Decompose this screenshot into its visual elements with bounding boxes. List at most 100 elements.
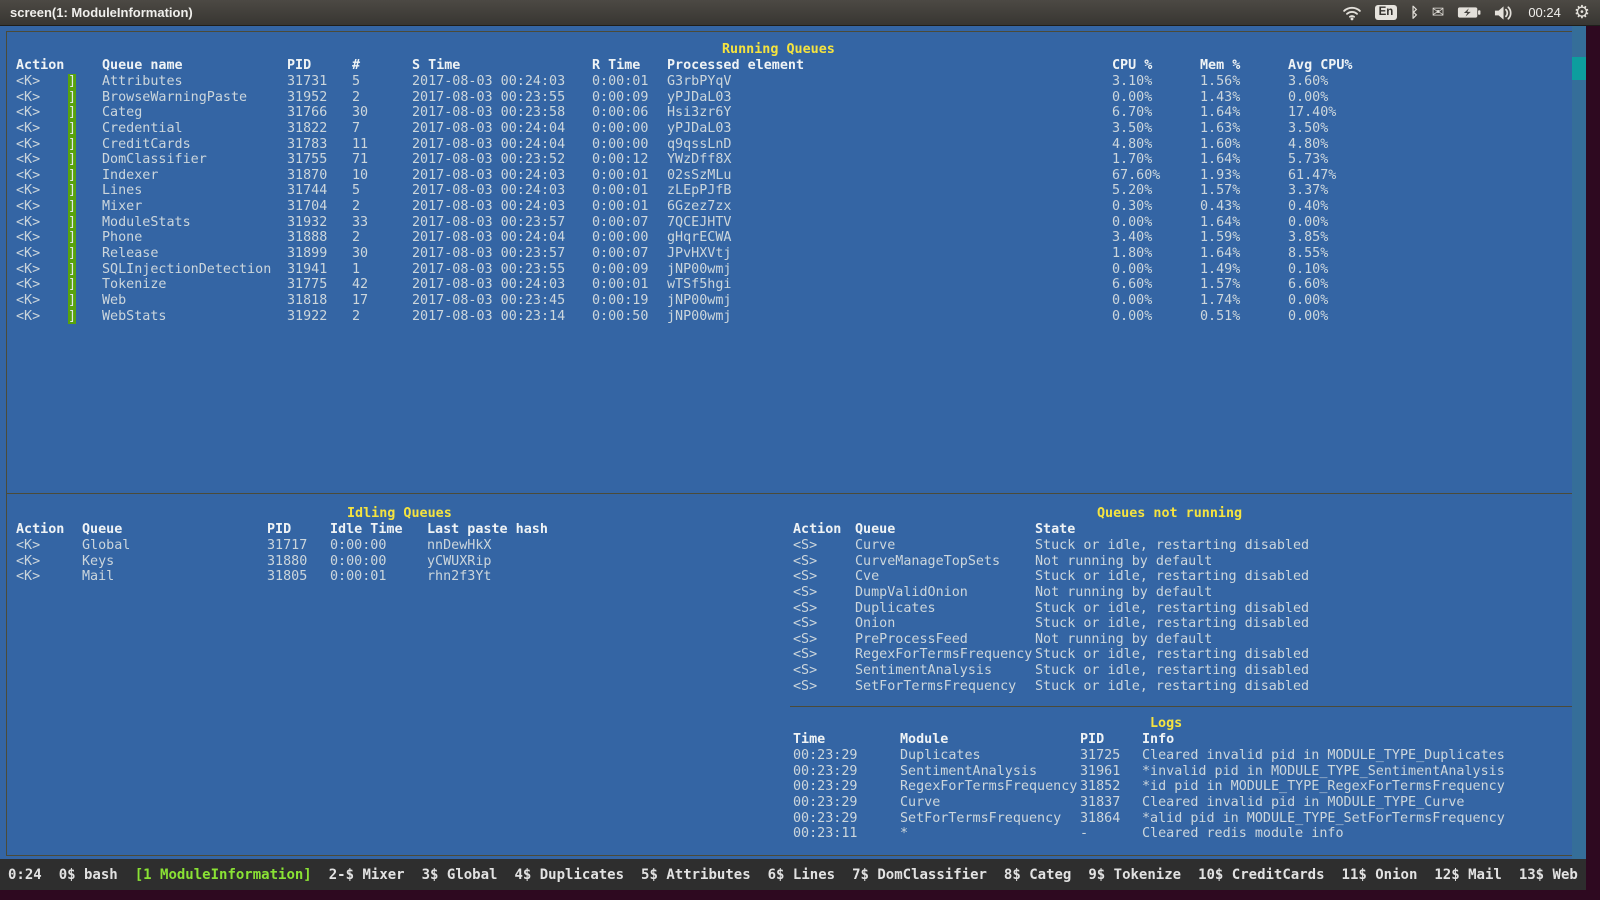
processed-element: jNP00wmj — [667, 293, 732, 309]
bracket-close: ] — [68, 215, 76, 231]
keyboard-layout-indicator[interactable]: En — [1375, 5, 1398, 20]
queue-state: Stuck or idle, restarting disabled — [1035, 647, 1309, 663]
log-module: SetForTermsFrequency — [900, 811, 1061, 827]
mem-percent: 1.57% — [1200, 183, 1240, 199]
avg-cpu-percent: 0.00% — [1288, 90, 1328, 106]
cpu-percent: 6.70% — [1112, 105, 1152, 121]
volume-icon[interactable] — [1494, 5, 1515, 21]
mem-percent: 1.64% — [1200, 246, 1240, 262]
processed-element: YWzDff8X — [667, 152, 732, 168]
run-time: 0:00:00 — [592, 137, 648, 153]
pid-value: 31755 — [287, 152, 327, 168]
battery-icon[interactable] — [1457, 6, 1481, 19]
bracket-close: ] — [68, 137, 76, 153]
log-time: 00:23:29 — [793, 811, 858, 827]
avg-cpu-percent: 3.37% — [1288, 183, 1328, 199]
scrollbar-thumb[interactable] — [1572, 57, 1586, 80]
log-row: 00:23:29 RegexForTermsFrequency 31852 *i… — [0, 779, 1586, 795]
count-value: 2 — [352, 199, 360, 215]
settings-gear-icon[interactable]: ⚙ — [1574, 4, 1590, 22]
not-running-queue-row: <S> RegexForTermsFrequency Stuck or idle… — [0, 647, 1586, 663]
processed-element: yPJDaL03 — [667, 90, 732, 106]
queue-name: CreditCards — [102, 137, 191, 153]
bluetooth-icon[interactable]: ᛒ — [1410, 6, 1418, 20]
queue-name: Credential — [102, 121, 183, 137]
system-tray: En ᛒ ✉ 00:24 ⚙ — [1342, 4, 1600, 22]
bracket-close: ] — [68, 152, 76, 168]
bracket-close: ] — [68, 74, 76, 90]
avg-cpu-percent: 0.00% — [1288, 309, 1328, 325]
avg-cpu-percent: 5.73% — [1288, 152, 1328, 168]
pid-value: 31731 — [287, 74, 327, 90]
running-queue-row: <K> [] WebStats 31922 2 2017-08-03 00:23… — [0, 309, 1586, 325]
action-key: <K> — [16, 246, 40, 262]
col-header-action: Action — [16, 58, 64, 74]
processed-element: 02sSzMLu — [667, 168, 732, 184]
mail-icon[interactable]: ✉ — [1432, 5, 1445, 20]
queue-state: Stuck or idle, restarting disabled — [1035, 538, 1309, 554]
processed-element: gHqrECWA — [667, 230, 732, 246]
queues-not-running-title: Queues not running — [1097, 506, 1242, 522]
log-info: Cleared invalid pid in MODULE_TYPE_Dupli… — [1142, 748, 1505, 764]
count-value: 33 — [352, 215, 368, 231]
logs-divider — [790, 706, 1572, 707]
screen-status-bar: 0:24 0$ bash [1 ModuleInformation] 2-$ M… — [0, 859, 1586, 890]
queue-name: Categ — [102, 105, 142, 121]
col-header-mem: Mem % — [1200, 58, 1240, 74]
bracket-close: ] — [68, 105, 76, 121]
scrollbar[interactable] — [1572, 25, 1586, 859]
start-time: 2017-08-03 00:23:55 — [412, 262, 565, 278]
mem-percent: 1.59% — [1200, 230, 1240, 246]
cpu-percent: 0.00% — [1112, 90, 1152, 106]
start-time: 2017-08-03 00:24:04 — [412, 137, 565, 153]
cpu-percent: 0.00% — [1112, 309, 1152, 325]
processed-element: zLEpPJfB — [667, 183, 732, 199]
action-key: <S> — [793, 632, 817, 648]
col-header-queue: Queue — [855, 522, 895, 538]
action-key: <K> — [16, 183, 40, 199]
logs-table: 00:23:29 Duplicates 31725 Cleared invali… — [0, 748, 1586, 842]
start-time: 2017-08-03 00:23:52 — [412, 152, 565, 168]
action-key: <S> — [793, 554, 817, 570]
bracket-close: ] — [68, 246, 76, 262]
col-header-r-time: R Time — [592, 58, 640, 74]
queue-name: Lines — [102, 183, 142, 199]
screen-window-tab: 6$ Lines — [768, 867, 835, 883]
log-time: 00:23:11 — [793, 826, 858, 842]
queue-name: PreProcessFeed — [855, 632, 968, 648]
screen-window-tab: [1 ModuleInformation] — [135, 867, 312, 883]
queue-name: DumpValidOnion — [855, 585, 968, 601]
start-time: 2017-08-03 00:23:58 — [412, 105, 565, 121]
cpu-percent: 3.40% — [1112, 230, 1152, 246]
wifi-icon[interactable] — [1342, 5, 1362, 21]
avg-cpu-percent: 0.00% — [1288, 293, 1328, 309]
avg-cpu-percent: 3.85% — [1288, 230, 1328, 246]
run-time: 0:00:01 — [592, 277, 648, 293]
panel-clock[interactable]: 00:24 — [1528, 5, 1561, 20]
not-running-queue-row: <S> DumpValidOnion Not running by defaul… — [0, 585, 1586, 601]
log-row: 00:23:11 * - Cleared redis module info — [0, 826, 1586, 842]
running-queue-row: <K> [] Release 31899 30 2017-08-03 00:23… — [0, 246, 1586, 262]
col-header-module: Module — [900, 732, 948, 748]
action-key: <K> — [16, 121, 40, 137]
not-running-queue-row: <S> Cve Stuck or idle, restarting disabl… — [0, 569, 1586, 585]
col-header-queue-name: Queue name — [102, 58, 183, 74]
run-time: 0:00:06 — [592, 105, 648, 121]
processed-element: yPJDaL03 — [667, 121, 732, 137]
queue-name: BrowseWarningPaste — [102, 90, 247, 106]
mem-percent: 1.64% — [1200, 152, 1240, 168]
terminal-screen[interactable]: Running Queues Action Queue name PID # S… — [0, 25, 1586, 859]
start-time: 2017-08-03 00:24:03 — [412, 277, 565, 293]
not-running-queue-row: <S> Duplicates Stuck or idle, restarting… — [0, 601, 1586, 617]
mem-percent: 1.93% — [1200, 168, 1240, 184]
queue-name: Mixer — [102, 199, 142, 215]
screen-window-tab: 10$ CreditCards — [1198, 867, 1324, 883]
not-running-queue-row: <S> SetForTermsFrequency Stuck or idle, … — [0, 679, 1586, 695]
avg-cpu-percent: 6.60% — [1288, 277, 1328, 293]
action-key: <K> — [16, 215, 40, 231]
pid-value: 31704 — [287, 199, 327, 215]
cpu-percent: 1.70% — [1112, 152, 1152, 168]
queues-not-running-table: <S> Curve Stuck or idle, restarting disa… — [0, 538, 1586, 694]
running-queues-table: <K> [] Attributes 31731 5 2017-08-03 00:… — [0, 74, 1586, 324]
avg-cpu-percent: 3.50% — [1288, 121, 1328, 137]
